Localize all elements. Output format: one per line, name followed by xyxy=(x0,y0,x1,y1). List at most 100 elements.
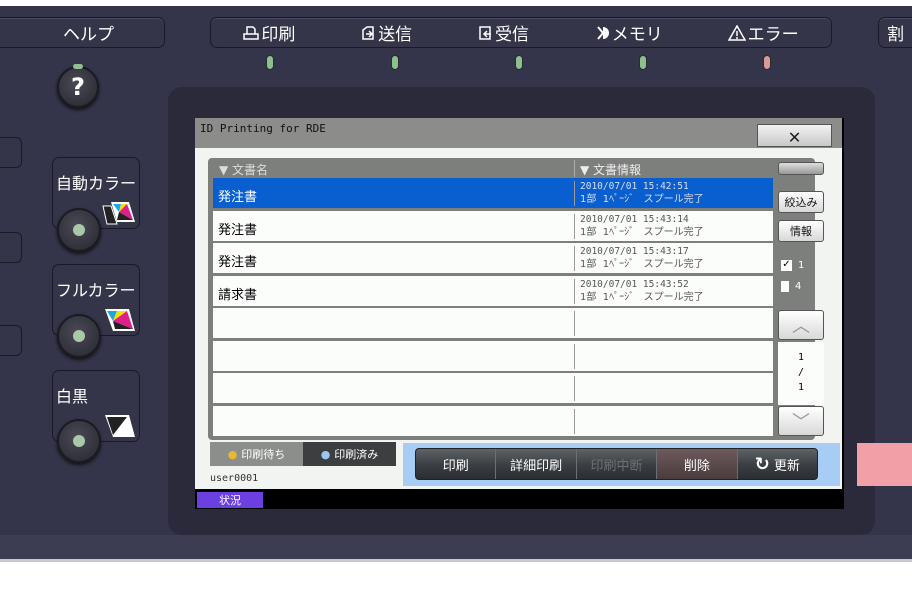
list-header: ▼ 文書名 ▼ 文書情報 xyxy=(213,160,773,177)
doc-copies: 1部 xyxy=(580,259,597,270)
action-bar: 印刷 詳細印刷 印刷中断 削除 ↻ 更新 xyxy=(403,443,912,486)
doc-date: 2010/07/01 15:43:52 xyxy=(580,278,689,290)
doc-status: スプール完了 xyxy=(643,226,704,238)
print-led xyxy=(266,55,274,70)
info-button[interactable]: 情報 xyxy=(778,220,824,242)
monochrome-select[interactable] xyxy=(57,419,101,463)
status-label: 送信 xyxy=(378,25,413,45)
doc-info: 2010/07/01 15:43:14 1部 1ﾍﾟｰｼﾞ スプール完了 xyxy=(580,213,704,239)
status-label: 印刷 xyxy=(261,25,296,45)
document-icon xyxy=(781,281,789,292)
chevron-up-icon: ︿ xyxy=(792,316,810,337)
receive-icon xyxy=(479,25,491,40)
side-button[interactable] xyxy=(0,232,22,263)
help-led xyxy=(73,64,83,69)
status-receive: 受信 xyxy=(477,20,529,45)
detail-print-button[interactable]: 詳細印刷 xyxy=(496,449,577,479)
id-printing-dialog: ID Printing for RDE ✕ ▼ 文書名 ▼ 文書情報 発注書 20… xyxy=(195,118,912,489)
table-row[interactable]: 発注書 2010/07/01 15:43:17 1部 1ﾍﾟｰｼﾞ スプール完了 xyxy=(213,243,773,274)
close-button[interactable]: ✕ xyxy=(757,123,832,148)
total-count: 4 xyxy=(781,281,801,292)
action-buttons: 印刷 詳細印刷 印刷中断 削除 ↻ 更新 xyxy=(415,448,818,480)
scroll-down-button[interactable]: ﹀ xyxy=(778,406,824,436)
auto-color-icon xyxy=(102,202,135,225)
doc-copies: 1部 xyxy=(580,194,597,205)
memory-icon xyxy=(597,25,609,40)
full-color-select[interactable] xyxy=(57,314,101,358)
right-panel-button[interactable]: 割 xyxy=(878,17,912,48)
mode-label: 白黒 xyxy=(56,387,89,406)
refresh-button[interactable]: ↻ 更新 xyxy=(738,449,817,479)
filter-label: 絞込み xyxy=(784,196,818,209)
mode-label: フルカラー xyxy=(56,281,136,300)
tabs: ● 印刷待ち ● 印刷済み xyxy=(210,442,396,466)
doc-pages: 1ﾍﾟｰｼﾞ xyxy=(602,226,635,238)
info-label: 情報 xyxy=(790,225,812,238)
job-list: ▼ 文書名 ▼ 文書情報 発注書 2010/07/01 15:42:51 1部 1ﾍ… xyxy=(208,158,824,440)
delete-button[interactable]: 削除 xyxy=(657,449,738,479)
doc-name: 発注書 xyxy=(218,222,258,238)
send-led xyxy=(391,55,399,70)
chevron-down-icon: ﹀ xyxy=(792,412,810,433)
doc-name: 発注書 xyxy=(218,190,258,205)
table-row[interactable] xyxy=(213,308,773,339)
doc-info: 2010/07/01 15:43:17 1部 1ﾍﾟｰｼﾞ スプール完了 xyxy=(580,245,704,271)
table-row[interactable] xyxy=(213,405,773,437)
selected-count: ✓ 1 xyxy=(781,260,804,271)
side-button[interactable] xyxy=(0,137,22,168)
stop-print-button[interactable]: 印刷中断 xyxy=(577,449,658,479)
select-all-button[interactable] xyxy=(778,162,824,175)
refresh-icon: ↻ xyxy=(754,453,770,475)
question-icon: ? xyxy=(71,73,85,101)
table-row[interactable]: 請求書 2010/07/01 15:43:52 1部 1ﾍﾟｰｼﾞ スプール完了 xyxy=(213,275,773,307)
doc-pages: 1ﾍﾟｰｼﾞ xyxy=(602,194,635,205)
user-id: user0001 xyxy=(210,473,259,484)
doc-pages: 1ﾍﾟｰｼﾞ xyxy=(602,291,635,303)
page-indicator: 1 / 1 xyxy=(778,342,824,405)
mode-led xyxy=(73,330,85,342)
tab-printed[interactable]: ● 印刷済み xyxy=(303,442,396,466)
table-row[interactable] xyxy=(213,373,773,404)
status-label: エラー xyxy=(747,25,799,45)
auto-color-select[interactable] xyxy=(57,208,101,252)
help-label: ヘルプ xyxy=(63,25,114,45)
table-row[interactable]: 発注書 2010/07/01 15:42:51 1部 1ﾍﾟｰｼﾞ スプール完了 xyxy=(213,178,773,209)
doc-status: スプール完了 xyxy=(643,291,704,303)
page-separator: / xyxy=(797,367,805,378)
monochrome-icon xyxy=(105,415,135,437)
action-label: 削除 xyxy=(683,458,710,474)
warning-icon xyxy=(727,24,746,41)
action-label: 詳細印刷 xyxy=(510,458,563,474)
help-button[interactable]: ヘルプ xyxy=(0,17,165,48)
column-divider xyxy=(574,213,575,239)
doc-date: 2010/07/01 15:42:51 xyxy=(580,181,689,192)
doc-name: 請求書 xyxy=(218,287,258,303)
table-row[interactable] xyxy=(213,340,773,372)
doc-info: 2010/07/01 15:42:51 1部 1ﾍﾟｰｼﾞ スプール完了 xyxy=(580,180,704,206)
column-doc-info[interactable]: ▼ 文書情報 xyxy=(574,160,641,177)
filter-button[interactable]: 絞込み xyxy=(778,191,824,213)
doc-info: 2010/07/01 15:43:52 1部 1ﾍﾟｰｼﾞ スプール完了 xyxy=(580,278,704,304)
help-question-button[interactable]: ? xyxy=(57,66,99,108)
column-doc-name[interactable]: ▼ 文書名 xyxy=(219,161,268,178)
status-memory: メモリ xyxy=(594,20,663,45)
page-current: 1 xyxy=(797,352,805,363)
checkbox-icon: ✓ xyxy=(781,259,792,271)
close-icon: ✕ xyxy=(788,123,801,148)
status-tab-label: 状況 xyxy=(219,494,241,507)
dialog-title-bar: ID Printing for RDE ✕ xyxy=(195,118,842,148)
status-tab[interactable]: 状況 xyxy=(197,492,263,508)
tab-waiting[interactable]: ● 印刷待ち xyxy=(210,442,303,466)
table-row[interactable]: 発注書 2010/07/01 15:43:14 1部 1ﾍﾟｰｼﾞ スプール完了 xyxy=(213,210,773,242)
total-count-value: 4 xyxy=(795,281,802,292)
receive-led xyxy=(515,55,523,70)
status-error: エラー xyxy=(727,20,799,45)
print-button[interactable]: 印刷 xyxy=(416,449,497,479)
doc-copies: 1部 xyxy=(580,226,597,238)
scroll-up-button[interactable]: ︿ xyxy=(778,310,824,340)
side-button[interactable] xyxy=(0,325,22,356)
mode-label: 自動カラー xyxy=(56,174,137,193)
page-total: 1 xyxy=(797,382,805,393)
panel-lower-strip xyxy=(0,535,912,562)
status-bar: 状況 xyxy=(195,490,842,508)
